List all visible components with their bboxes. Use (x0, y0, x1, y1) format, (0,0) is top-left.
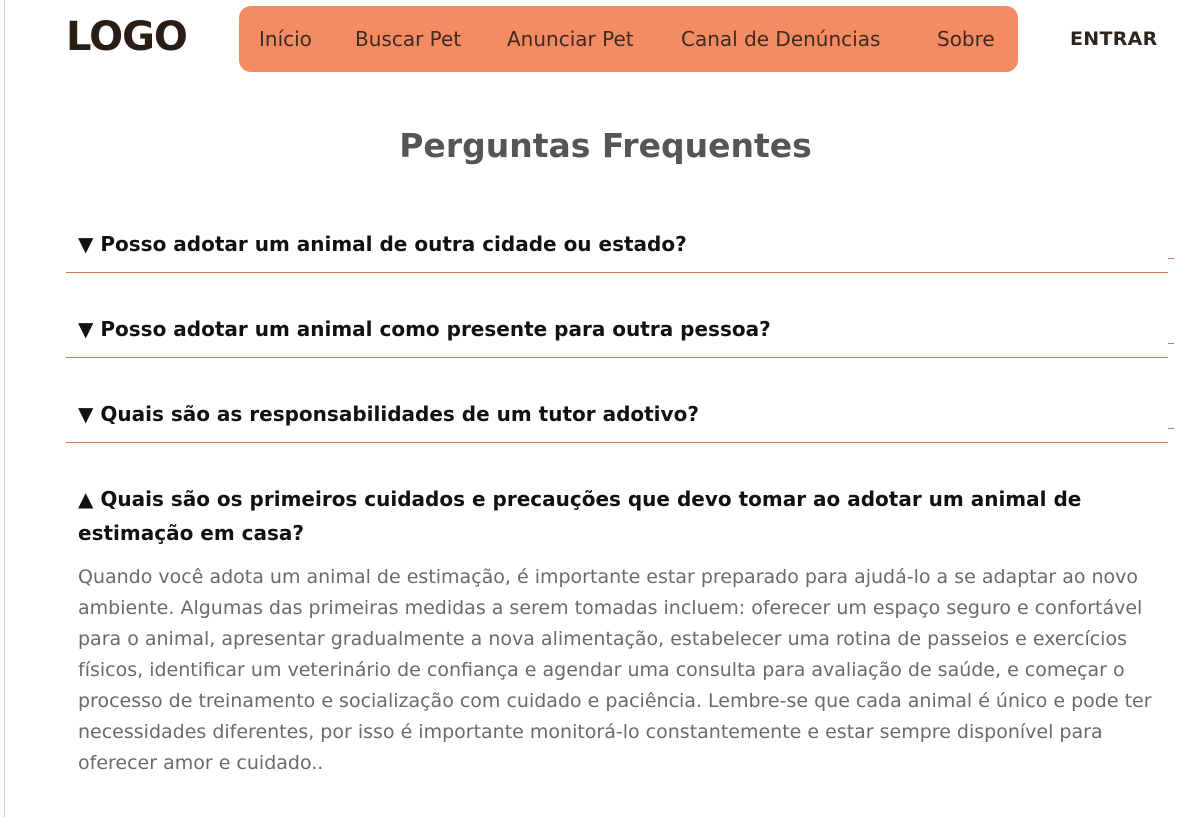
faq-question-toggle[interactable]: ▼ Posso adotar um animal como presente p… (78, 317, 771, 341)
main-nav: Início Buscar Pet Anunciar Pet Canal de … (239, 6, 1018, 72)
page-title: Perguntas Frequentes (399, 126, 812, 165)
caret-up-icon: ▲ (78, 487, 94, 511)
caret-down-icon: ▼ (78, 232, 94, 256)
divider-tick (1168, 258, 1174, 259)
faq-question-toggle[interactable]: ▼ Quais são as responsabilidades de um t… (78, 402, 699, 426)
divider-tick (1168, 428, 1174, 429)
faq-question-text: Posso adotar um animal de outra cidade o… (100, 232, 687, 256)
caret-down-icon: ▼ (78, 402, 94, 426)
faq-question-text: Quais são os primeiros cuidados e precau… (78, 487, 1082, 545)
faq-question-text: Quais são as responsabilidades de um tut… (100, 402, 699, 426)
nav-item-anunciar-pet[interactable]: Anunciar Pet (507, 27, 634, 51)
faq-question-toggle[interactable]: ▼ Posso adotar um animal de outra cidade… (78, 232, 687, 256)
page: LOGO Início Buscar Pet Anunciar Pet Cana… (0, 0, 1199, 817)
nav-item-inicio[interactable]: Início (259, 27, 312, 51)
faq-divider (66, 272, 1168, 273)
faq-question-text: Posso adotar um animal como presente par… (100, 317, 771, 341)
logo[interactable]: LOGO (66, 14, 188, 60)
faq-divider (66, 357, 1168, 358)
divider-tick (1168, 343, 1174, 344)
faq-answer: Quando você adota um animal de estimação… (78, 566, 1152, 774)
nav-item-sobre[interactable]: Sobre (937, 27, 995, 51)
window-edge (4, 0, 5, 817)
caret-down-icon: ▼ (78, 317, 94, 341)
nav-item-buscar-pet[interactable]: Buscar Pet (355, 27, 461, 51)
nav-item-canal-de-denuncias[interactable]: Canal de Denúncias (681, 27, 880, 51)
faq-divider (66, 442, 1168, 443)
login-button[interactable]: ENTRAR (1070, 28, 1158, 50)
faq-question-toggle-expanded[interactable]: ▲ Quais são os primeiros cuidados e prec… (78, 482, 1138, 550)
